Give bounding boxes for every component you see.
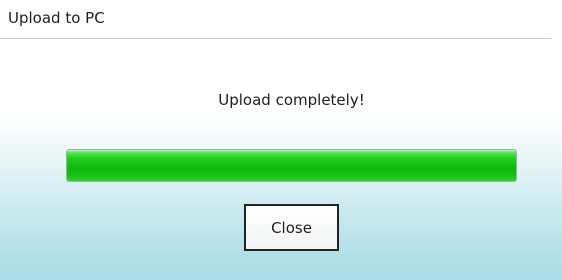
title-bar: Upload to PC: [0, 0, 551, 39]
close-button[interactable]: Close: [244, 204, 339, 251]
upload-dialog: Upload to PC Upload completely! Close: [0, 0, 562, 280]
progress-bar-fill: [67, 150, 516, 181]
status-message: Upload completely!: [218, 91, 365, 109]
dialog-title: Upload to PC: [8, 9, 105, 27]
progress-bar: [66, 149, 517, 182]
